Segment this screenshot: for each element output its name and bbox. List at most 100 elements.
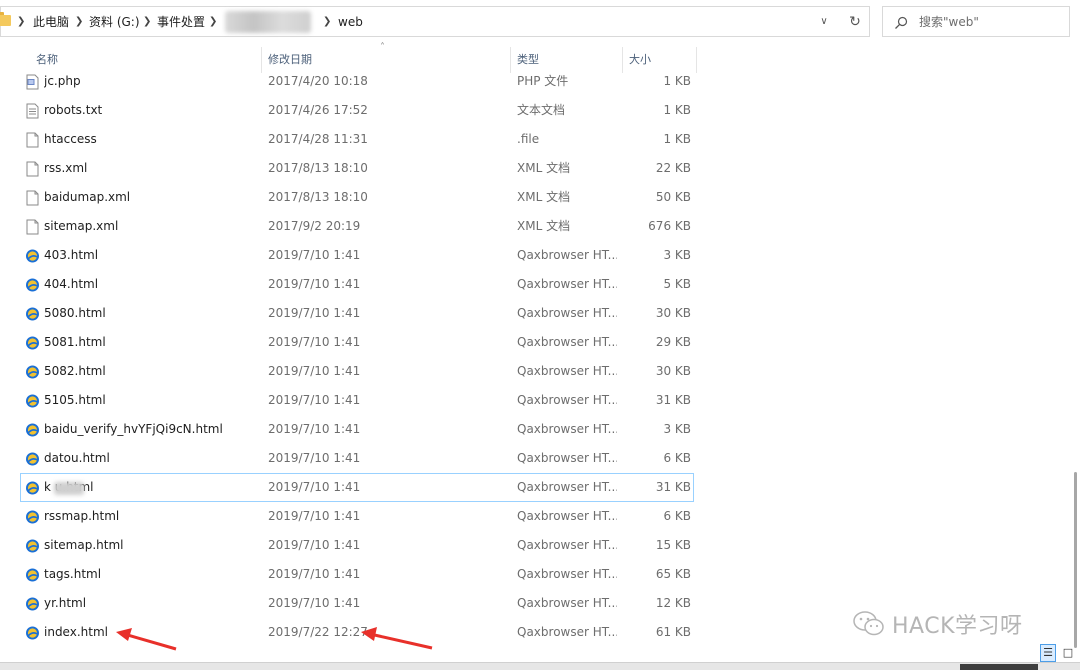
chevron-right-icon[interactable]: ❯ <box>143 14 151 30</box>
file-type: XML 文档 <box>517 219 571 233</box>
file-name: baidu_verify_hvYFjQi9cN.html <box>44 422 223 436</box>
file-row[interactable]: sitemap.xml 2017/9/2 20:19 XML 文档 676 KB <box>20 212 694 241</box>
details-view-icon[interactable]: ☰ <box>1040 644 1056 662</box>
column-divider[interactable] <box>696 47 697 73</box>
folder-icon <box>0 12 11 26</box>
file-size: 6 KB <box>663 509 691 523</box>
wechat-icon <box>852 609 886 639</box>
redacted-breadcrumb <box>225 11 311 33</box>
file-type: Qaxbrowser HT... <box>517 364 617 378</box>
scrollbar-thumb[interactable] <box>1074 472 1077 648</box>
file-row[interactable]: htaccess 2017/4/28 11:31 .file 1 KB <box>20 125 694 154</box>
file-row[interactable]: 404.html 2019/7/10 1:41 Qaxbrowser HT... 5 … <box>20 270 694 299</box>
search-box[interactable] <box>882 6 1070 37</box>
file-type: Qaxbrowser HT... <box>517 596 617 610</box>
browser-html-icon <box>25 248 40 264</box>
file-date-modified: 2019/7/10 1:41 <box>268 335 361 349</box>
file-row[interactable]: 403.html 2019/7/10 1:41 Qaxbrowser HT... 3 … <box>20 241 694 270</box>
file-name: 5082.html <box>44 364 106 378</box>
file-row[interactable]: k u.html2019/7/10 1:41Qaxbrowser HT...31… <box>20 473 694 502</box>
file-row[interactable]: index.html 2019/7/22 12:27 Qaxbrowser HT..… <box>20 618 694 647</box>
file-name: htaccess <box>44 132 97 146</box>
file-date-modified: 2019/7/10 1:41 <box>268 422 361 436</box>
file-row[interactable]: robots.txt 2017/4/26 17:52 文本文档 1 KB <box>20 96 694 125</box>
file-row[interactable]: yr.html 2019/7/10 1:41 Qaxbrowser HT... 12 … <box>20 589 694 618</box>
file-row[interactable]: tags.html 2019/7/10 1:41 Qaxbrowser HT... 6… <box>20 560 694 589</box>
large-icons-view-icon[interactable]: □ <box>1060 644 1076 662</box>
file-date-modified: 2019/7/10 1:41 <box>268 451 361 465</box>
file-name: yr.html <box>44 596 87 610</box>
browser-html-icon <box>25 422 40 438</box>
file-name: tags.html <box>44 567 102 581</box>
file-size: 1 KB <box>663 132 691 146</box>
file-size: 31 KB <box>655 393 691 407</box>
file-date-modified: 2019/7/10 1:41 <box>268 248 361 262</box>
refresh-icon[interactable]: ↻ <box>846 13 864 31</box>
chevron-down-icon[interactable]: ∨ <box>816 14 832 30</box>
file-date-modified: 2019/7/10 1:41 <box>268 538 361 552</box>
breadcrumb-drive[interactable]: 资料 (G:) <box>89 14 140 30</box>
file-row[interactable]: rssmap.html 2019/7/10 1:41 Qaxbrowser HT..… <box>20 502 694 531</box>
file-row[interactable]: jc.php 2017/4/20 10:18 PHP 文件 1 KB <box>20 67 694 96</box>
file-row[interactable]: sitemap.html 2019/7/10 1:41 Qaxbrowser HT.… <box>20 531 694 560</box>
file-date-modified: 2017/8/13 18:10 <box>268 190 368 204</box>
file-name: datou.html <box>44 451 110 465</box>
file-row[interactable]: 5082.html 2019/7/10 1:41 Qaxbrowser HT... 3… <box>20 357 694 386</box>
browser-html-icon <box>25 567 40 583</box>
file-row[interactable]: baidumap.xml 2017/8/13 18:10 XML 文档 50 KB <box>20 183 694 212</box>
chevron-right-icon[interactable]: ❯ <box>17 14 25 30</box>
file-name: 404.html <box>44 277 99 291</box>
file-row[interactable]: baidu_verify_hvYFjQi9cN.html 2019/7/10 1:… <box>20 415 694 444</box>
chevron-right-icon[interactable]: ❯ <box>209 14 217 30</box>
file-type: Qaxbrowser HT... <box>517 480 617 494</box>
file-date-modified: 2019/7/22 12:27 <box>268 625 368 639</box>
file-name: baidumap.xml <box>44 190 131 204</box>
file-type: Qaxbrowser HT... <box>517 306 617 320</box>
file-type: 文本文档 <box>517 103 566 117</box>
file-size: 29 KB <box>655 335 691 349</box>
file-row[interactable]: 5105.html 2019/7/10 1:41 Qaxbrowser HT... 3… <box>20 386 694 415</box>
file-date-modified: 2019/7/10 1:41 <box>268 596 361 610</box>
address-bar[interactable]: ❯ 此电脑 ❯ 资料 (G:) ❯ 事件处置 ❯ ❯ web ∨ ↻ <box>0 6 870 37</box>
watermark-text: HACK学习呀 <box>892 614 1023 639</box>
file-name: 403.html <box>44 248 99 262</box>
file-size: 30 KB <box>655 364 691 378</box>
breadcrumb-this-pc[interactable]: 此电脑 <box>33 14 69 30</box>
file-type: Qaxbrowser HT... <box>517 509 617 523</box>
browser-html-icon <box>25 596 40 612</box>
file-size: 22 KB <box>655 161 691 175</box>
file-date-modified: 2019/7/10 1:41 <box>268 364 361 378</box>
file-type: Qaxbrowser HT... <box>517 335 617 349</box>
blank-file-icon <box>25 161 40 177</box>
file-row[interactable]: 5081.html 2019/7/10 1:41 Qaxbrowser HT... 2… <box>20 328 694 357</box>
file-name: rss.xml <box>44 161 88 175</box>
file-size: 50 KB <box>655 190 691 204</box>
file-date-modified: 2019/7/10 1:41 <box>268 509 361 523</box>
file-name: 5080.html <box>44 306 106 320</box>
breadcrumb-folder[interactable]: 事件处置 <box>157 14 205 30</box>
redacted-filename <box>54 482 84 495</box>
file-name: 5081.html <box>44 335 106 349</box>
file-type: Qaxbrowser HT... <box>517 393 617 407</box>
blank-file-icon <box>25 132 40 148</box>
file-size: 3 KB <box>663 422 691 436</box>
vertical-scrollbar[interactable] <box>1070 44 1080 660</box>
file-name: index.html <box>44 625 108 639</box>
blank-file-icon <box>25 219 40 235</box>
file-name: sitemap.html <box>44 538 124 552</box>
breadcrumb-current[interactable]: web <box>338 14 363 30</box>
file-size: 1 KB <box>663 74 691 88</box>
file-type: Qaxbrowser HT... <box>517 567 617 581</box>
file-name: rssmap.html <box>44 509 120 523</box>
chevron-right-icon[interactable]: ❯ <box>75 14 83 30</box>
php-file-icon <box>25 74 40 90</box>
file-date-modified: 2019/7/10 1:41 <box>268 277 361 291</box>
file-row[interactable]: datou.html 2019/7/10 1:41 Qaxbrowser HT...… <box>20 444 694 473</box>
file-size: 676 KB <box>648 219 691 233</box>
file-type: Qaxbrowser HT... <box>517 538 617 552</box>
search-input[interactable] <box>919 13 1059 31</box>
file-row[interactable]: 5080.html 2019/7/10 1:41 Qaxbrowser HT... 3… <box>20 299 694 328</box>
file-row[interactable]: rss.xml 2017/8/13 18:10 XML 文档 22 KB <box>20 154 694 183</box>
text-file-icon <box>25 103 40 119</box>
chevron-right-icon[interactable]: ❯ <box>323 14 331 30</box>
